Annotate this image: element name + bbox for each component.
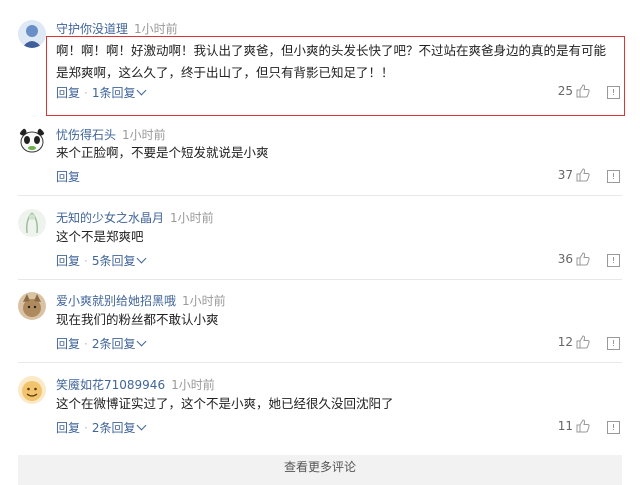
thumbs-up-icon[interactable] (576, 84, 590, 98)
chevron-down-icon[interactable] (137, 336, 147, 347)
load-more-label[interactable]: 查看更多评论 (284, 460, 356, 474)
avatar[interactable] (18, 126, 46, 154)
timestamp: 1小时前 (182, 294, 226, 308)
replies-count[interactable]: 2条回复 (92, 421, 136, 435)
comment-text-line: 啊！啊！啊！好激动啊！我认出了爽爸，但小爽的头发长快了吧？不过站在爽爸身边的真的… (56, 43, 607, 58)
like-count: 11 (557, 419, 573, 433)
like-count: 12 (557, 335, 573, 349)
like-button[interactable]: 11 (558, 419, 590, 433)
divider (18, 279, 622, 280)
report-icon[interactable] (607, 337, 620, 350)
username[interactable]: 无知的少女之水晶月 1小时前 (56, 209, 214, 226)
timestamp: 1小时前 (134, 22, 178, 36)
separator: · (84, 86, 88, 100)
comment-actions: 回复 (56, 168, 80, 185)
comment-actions: 回复 · 2条回复 (56, 419, 147, 436)
avatar[interactable] (18, 20, 46, 48)
separator: · (84, 337, 88, 351)
replies-toggle[interactable]: 5条回复 (92, 253, 147, 268)
comment-text: 啊！啊！啊！好激动啊！我认出了爽爸，但小爽的头发长快了吧？不过站在爽爸身边的真的… (56, 40, 606, 84)
username[interactable]: 爱小爽就别给她招黑哦 1小时前 (56, 292, 226, 309)
username[interactable]: 守护你没道理 1小时前 (56, 20, 178, 37)
username[interactable]: 笑魇如花71089946 1小时前 (56, 376, 215, 393)
replies-count[interactable]: 5条回复 (92, 254, 136, 268)
divider (18, 362, 622, 363)
report-icon[interactable] (607, 421, 620, 434)
report-icon[interactable] (607, 170, 620, 183)
chevron-down-icon[interactable] (137, 85, 147, 96)
reply-button[interactable]: 回复 (56, 254, 80, 268)
replies-toggle[interactable]: 1条回复 (92, 85, 147, 100)
username-text[interactable]: 笑魇如花71089946 (56, 378, 165, 392)
username-text[interactable]: 守护你没道理 (56, 22, 128, 36)
avatar[interactable] (18, 376, 46, 404)
load-more-button[interactable]: 查看更多评论 (18, 455, 622, 485)
replies-count[interactable]: 2条回复 (92, 337, 136, 351)
replies-toggle[interactable]: 2条回复 (92, 336, 147, 351)
report-icon[interactable] (607, 86, 620, 99)
comment-text-line: 这个在微博证实过了，这个不是小爽，她已经很久没回沈阳了 (56, 396, 394, 411)
chevron-down-icon[interactable] (137, 420, 147, 431)
username-text[interactable]: 忧伤得石头 (56, 128, 116, 142)
separator: · (84, 421, 88, 435)
reply-button[interactable]: 回复 (56, 170, 80, 184)
timestamp: 1小时前 (171, 378, 215, 392)
comment-text-line: 来个正脸啊，不要是个短发就说是小爽 (56, 145, 269, 160)
comment-actions: 回复 · 5条回复 (56, 252, 147, 269)
replies-toggle[interactable]: 2条回复 (92, 420, 147, 435)
reply-button[interactable]: 回复 (56, 337, 80, 351)
like-count: 37 (557, 168, 573, 182)
like-button[interactable]: 25 (558, 84, 590, 98)
username-text[interactable]: 无知的少女之水晶月 (56, 211, 164, 225)
separator: · (84, 254, 88, 268)
comment-actions: 回复 · 1条回复 (56, 84, 147, 101)
timestamp: 1小时前 (170, 211, 214, 225)
report-icon[interactable] (607, 254, 620, 267)
username[interactable]: 忧伤得石头 1小时前 (56, 126, 166, 143)
comment-text-line: 现在我们的粉丝都不敢认小爽 (56, 312, 219, 327)
comment-text: 来个正脸啊，不要是个短发就说是小爽 (56, 142, 606, 164)
comment-text: 这个不是郑爽吧 (56, 226, 606, 248)
username-text[interactable]: 爱小爽就别给她招黑哦 (56, 294, 176, 308)
like-button[interactable]: 12 (558, 335, 590, 349)
comment-actions: 回复 · 2条回复 (56, 335, 147, 352)
like-button[interactable]: 36 (558, 252, 590, 266)
replies-count[interactable]: 1条回复 (92, 86, 136, 100)
like-count: 25 (557, 84, 573, 98)
thumbs-up-icon[interactable] (576, 168, 590, 182)
thumbs-up-icon[interactable] (576, 419, 590, 433)
reply-button[interactable]: 回复 (56, 421, 80, 435)
like-count: 36 (557, 252, 573, 266)
timestamp: 1小时前 (122, 128, 166, 142)
avatar[interactable] (18, 292, 46, 320)
divider (18, 195, 622, 196)
like-button[interactable]: 37 (558, 168, 590, 182)
comment-text: 这个在微博证实过了，这个不是小爽，她已经很久没回沈阳了 (56, 393, 606, 415)
thumbs-up-icon[interactable] (576, 252, 590, 266)
avatar[interactable] (18, 209, 46, 237)
comment-text: 现在我们的粉丝都不敢认小爽 (56, 309, 606, 331)
thumbs-up-icon[interactable] (576, 335, 590, 349)
reply-button[interactable]: 回复 (56, 86, 80, 100)
comment-text-line: 这个不是郑爽吧 (56, 229, 144, 244)
chevron-down-icon[interactable] (137, 253, 147, 264)
comment-text-line: 是郑爽啊，这么久了，终于出山了，但只有背影已知足了！！ (56, 65, 394, 80)
